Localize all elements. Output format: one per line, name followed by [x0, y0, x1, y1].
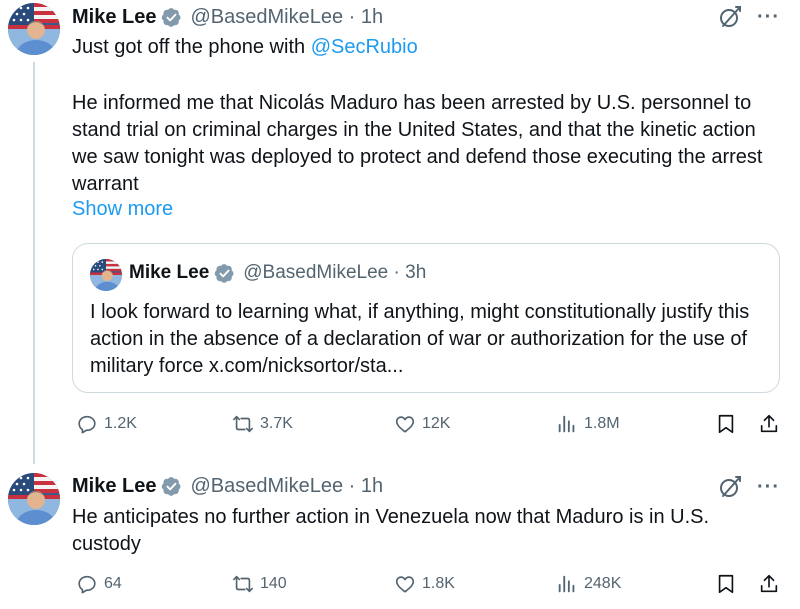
tweet[interactable]: Mike Lee @BasedMikeLee · 1h ··· He antic… [0, 0, 800, 609]
repost-count: 140 [260, 575, 287, 592]
more-icon[interactable]: ··· [757, 474, 780, 500]
tweet-actions: 64 140 1.8K 248K [72, 573, 782, 603]
views-button[interactable]: 248K [556, 573, 621, 595]
like-button[interactable]: 1.8K [394, 573, 455, 595]
repost-icon [232, 573, 254, 595]
like-icon [394, 573, 416, 595]
bookmark-button[interactable] [715, 573, 737, 595]
share-button[interactable] [758, 573, 780, 595]
reply-count: 64 [104, 575, 122, 592]
tweet-header: Mike Lee @BasedMikeLee · 1h [72, 473, 383, 499]
views-icon [556, 573, 578, 595]
tweet-top-actions: ··· [717, 474, 780, 500]
grok-icon[interactable] [717, 474, 743, 500]
share-icon [758, 573, 780, 595]
bookmark-icon [715, 573, 737, 595]
reply-icon [76, 573, 98, 595]
author-name[interactable]: Mike Lee [72, 475, 156, 498]
reply-button[interactable]: 64 [76, 573, 122, 595]
avatar-image [8, 473, 60, 525]
author-handle[interactable]: @BasedMikeLee · 1h [190, 475, 383, 498]
like-count: 1.8K [422, 575, 455, 592]
timestamp[interactable]: · 1h [349, 475, 383, 497]
avatar[interactable] [8, 473, 60, 525]
handle-text[interactable]: @BasedMikeLee [190, 475, 343, 497]
views-count: 248K [584, 575, 622, 592]
repost-button[interactable]: 140 [232, 573, 287, 595]
tweet-text: He anticipates no further action in Vene… [72, 506, 710, 555]
verified-badge-icon[interactable] [161, 476, 182, 497]
